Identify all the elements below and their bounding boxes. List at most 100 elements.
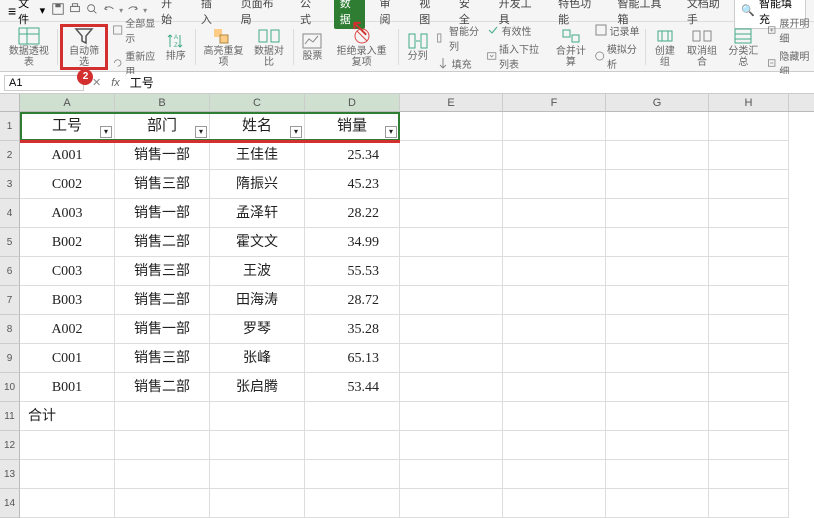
cell[interactable] [305,489,400,518]
row-header[interactable]: 6 [0,257,20,286]
cell[interactable] [606,373,709,402]
cell[interactable]: 王波 [210,257,305,286]
cell[interactable]: 销售一部 [115,315,210,344]
deny-dup-button[interactable]: 拒绝录入重复项 [328,24,394,70]
cell[interactable] [400,460,503,489]
cell[interactable] [606,257,709,286]
cell[interactable] [709,315,789,344]
cell[interactable] [606,170,709,199]
cell[interactable] [606,286,709,315]
cell[interactable] [503,199,606,228]
cell[interactable] [606,402,709,431]
cell[interactable] [115,460,210,489]
cell[interactable]: B002 [20,228,115,257]
cell[interactable]: 28.72 [305,286,400,315]
row-header[interactable]: 2 [0,141,20,170]
cell[interactable] [400,402,503,431]
print-icon[interactable] [68,2,82,19]
row-header[interactable]: 3 [0,170,20,199]
cell[interactable]: 孟泽轩 [210,199,305,228]
col-header-g[interactable]: G [606,94,709,111]
cell[interactable] [606,431,709,460]
cell[interactable] [305,431,400,460]
cell[interactable]: 45.23 [305,170,400,199]
auto-filter-button[interactable]: 自动筛选 2 [60,24,107,70]
cell[interactable]: 隋振兴 [210,170,305,199]
row-header[interactable]: 11 [0,402,20,431]
show-detail-button[interactable]: 展开明细 [764,14,814,46]
cell[interactable] [503,431,606,460]
col-header-h[interactable]: H [709,94,789,111]
col-header-d[interactable]: D [305,94,400,111]
cell[interactable]: C003 [20,257,115,286]
cell[interactable] [503,489,606,518]
col-header-c[interactable]: C [210,94,305,111]
cell[interactable] [20,489,115,518]
smart-split-button[interactable]: 智能分列 [434,22,484,54]
cell[interactable] [115,431,210,460]
cell[interactable]: 销售二部 [115,373,210,402]
cell[interactable]: 张峰 [210,344,305,373]
row-header[interactable]: 13 [0,460,20,489]
cell[interactable]: A003 [20,199,115,228]
cell[interactable] [503,257,606,286]
pivot-button[interactable]: 数据透视表 [4,24,54,70]
filter-icon[interactable]: ▾ [100,126,112,138]
cell[interactable]: B001 [20,373,115,402]
cell[interactable] [400,228,503,257]
row-header[interactable]: 12 [0,431,20,460]
cell[interactable] [210,431,305,460]
cell[interactable]: 王佳佳 [210,141,305,170]
cell[interactable] [709,460,789,489]
row-header[interactable]: 1 [0,112,20,141]
cell[interactable]: 销售二部 [115,228,210,257]
cell[interactable]: 53.44 [305,373,400,402]
cell[interactable] [606,199,709,228]
save-icon[interactable] [51,2,65,19]
cell[interactable] [503,112,606,141]
cell[interactable] [709,286,789,315]
row-header[interactable]: 9 [0,344,20,373]
row-header[interactable]: 7 [0,286,20,315]
cell[interactable] [709,402,789,431]
fill-button[interactable]: 填充 [434,55,484,72]
cell[interactable]: 霍文文 [210,228,305,257]
cell[interactable] [709,112,789,141]
header-cell[interactable]: 姓名▾ [210,112,305,141]
cell[interactable] [709,257,789,286]
filter-icon[interactable]: ▾ [195,126,207,138]
cell[interactable]: C002 [20,170,115,199]
cell[interactable]: A001 [20,141,115,170]
highlight-dup-button[interactable]: 高亮重复项 [199,24,249,70]
cell[interactable] [400,141,503,170]
row-header[interactable]: 8 [0,315,20,344]
cell[interactable]: 65.13 [305,344,400,373]
record-form-button[interactable]: 记录单 [592,22,642,39]
row-header[interactable]: 14 [0,489,20,518]
cell[interactable] [400,286,503,315]
cell[interactable] [20,431,115,460]
cell[interactable] [400,373,503,402]
show-all-button[interactable]: 全部显示 [110,14,160,46]
col-header-f[interactable]: F [503,94,606,111]
cell[interactable] [503,228,606,257]
cell[interactable]: 28.22 [305,199,400,228]
cell[interactable] [606,112,709,141]
cell[interactable] [606,228,709,257]
cell[interactable]: 55.53 [305,257,400,286]
sort-button[interactable]: AZ 排序 [160,24,192,70]
header-cell[interactable]: 部门▾ [115,112,210,141]
ungroup-button[interactable]: 取消组合 [681,24,722,70]
cell[interactable] [503,402,606,431]
cell[interactable]: 销售三部 [115,344,210,373]
data-compare-button[interactable]: 数据对比 [248,24,289,70]
filter-icon[interactable]: ▾ [290,126,302,138]
cell[interactable]: 销售三部 [115,257,210,286]
select-all-corner[interactable] [0,94,20,111]
cell[interactable]: 34.99 [305,228,400,257]
cell[interactable]: C001 [20,344,115,373]
name-box[interactable] [4,75,84,91]
cell[interactable] [709,228,789,257]
cell[interactable]: B003 [20,286,115,315]
preview-icon[interactable] [85,2,99,19]
